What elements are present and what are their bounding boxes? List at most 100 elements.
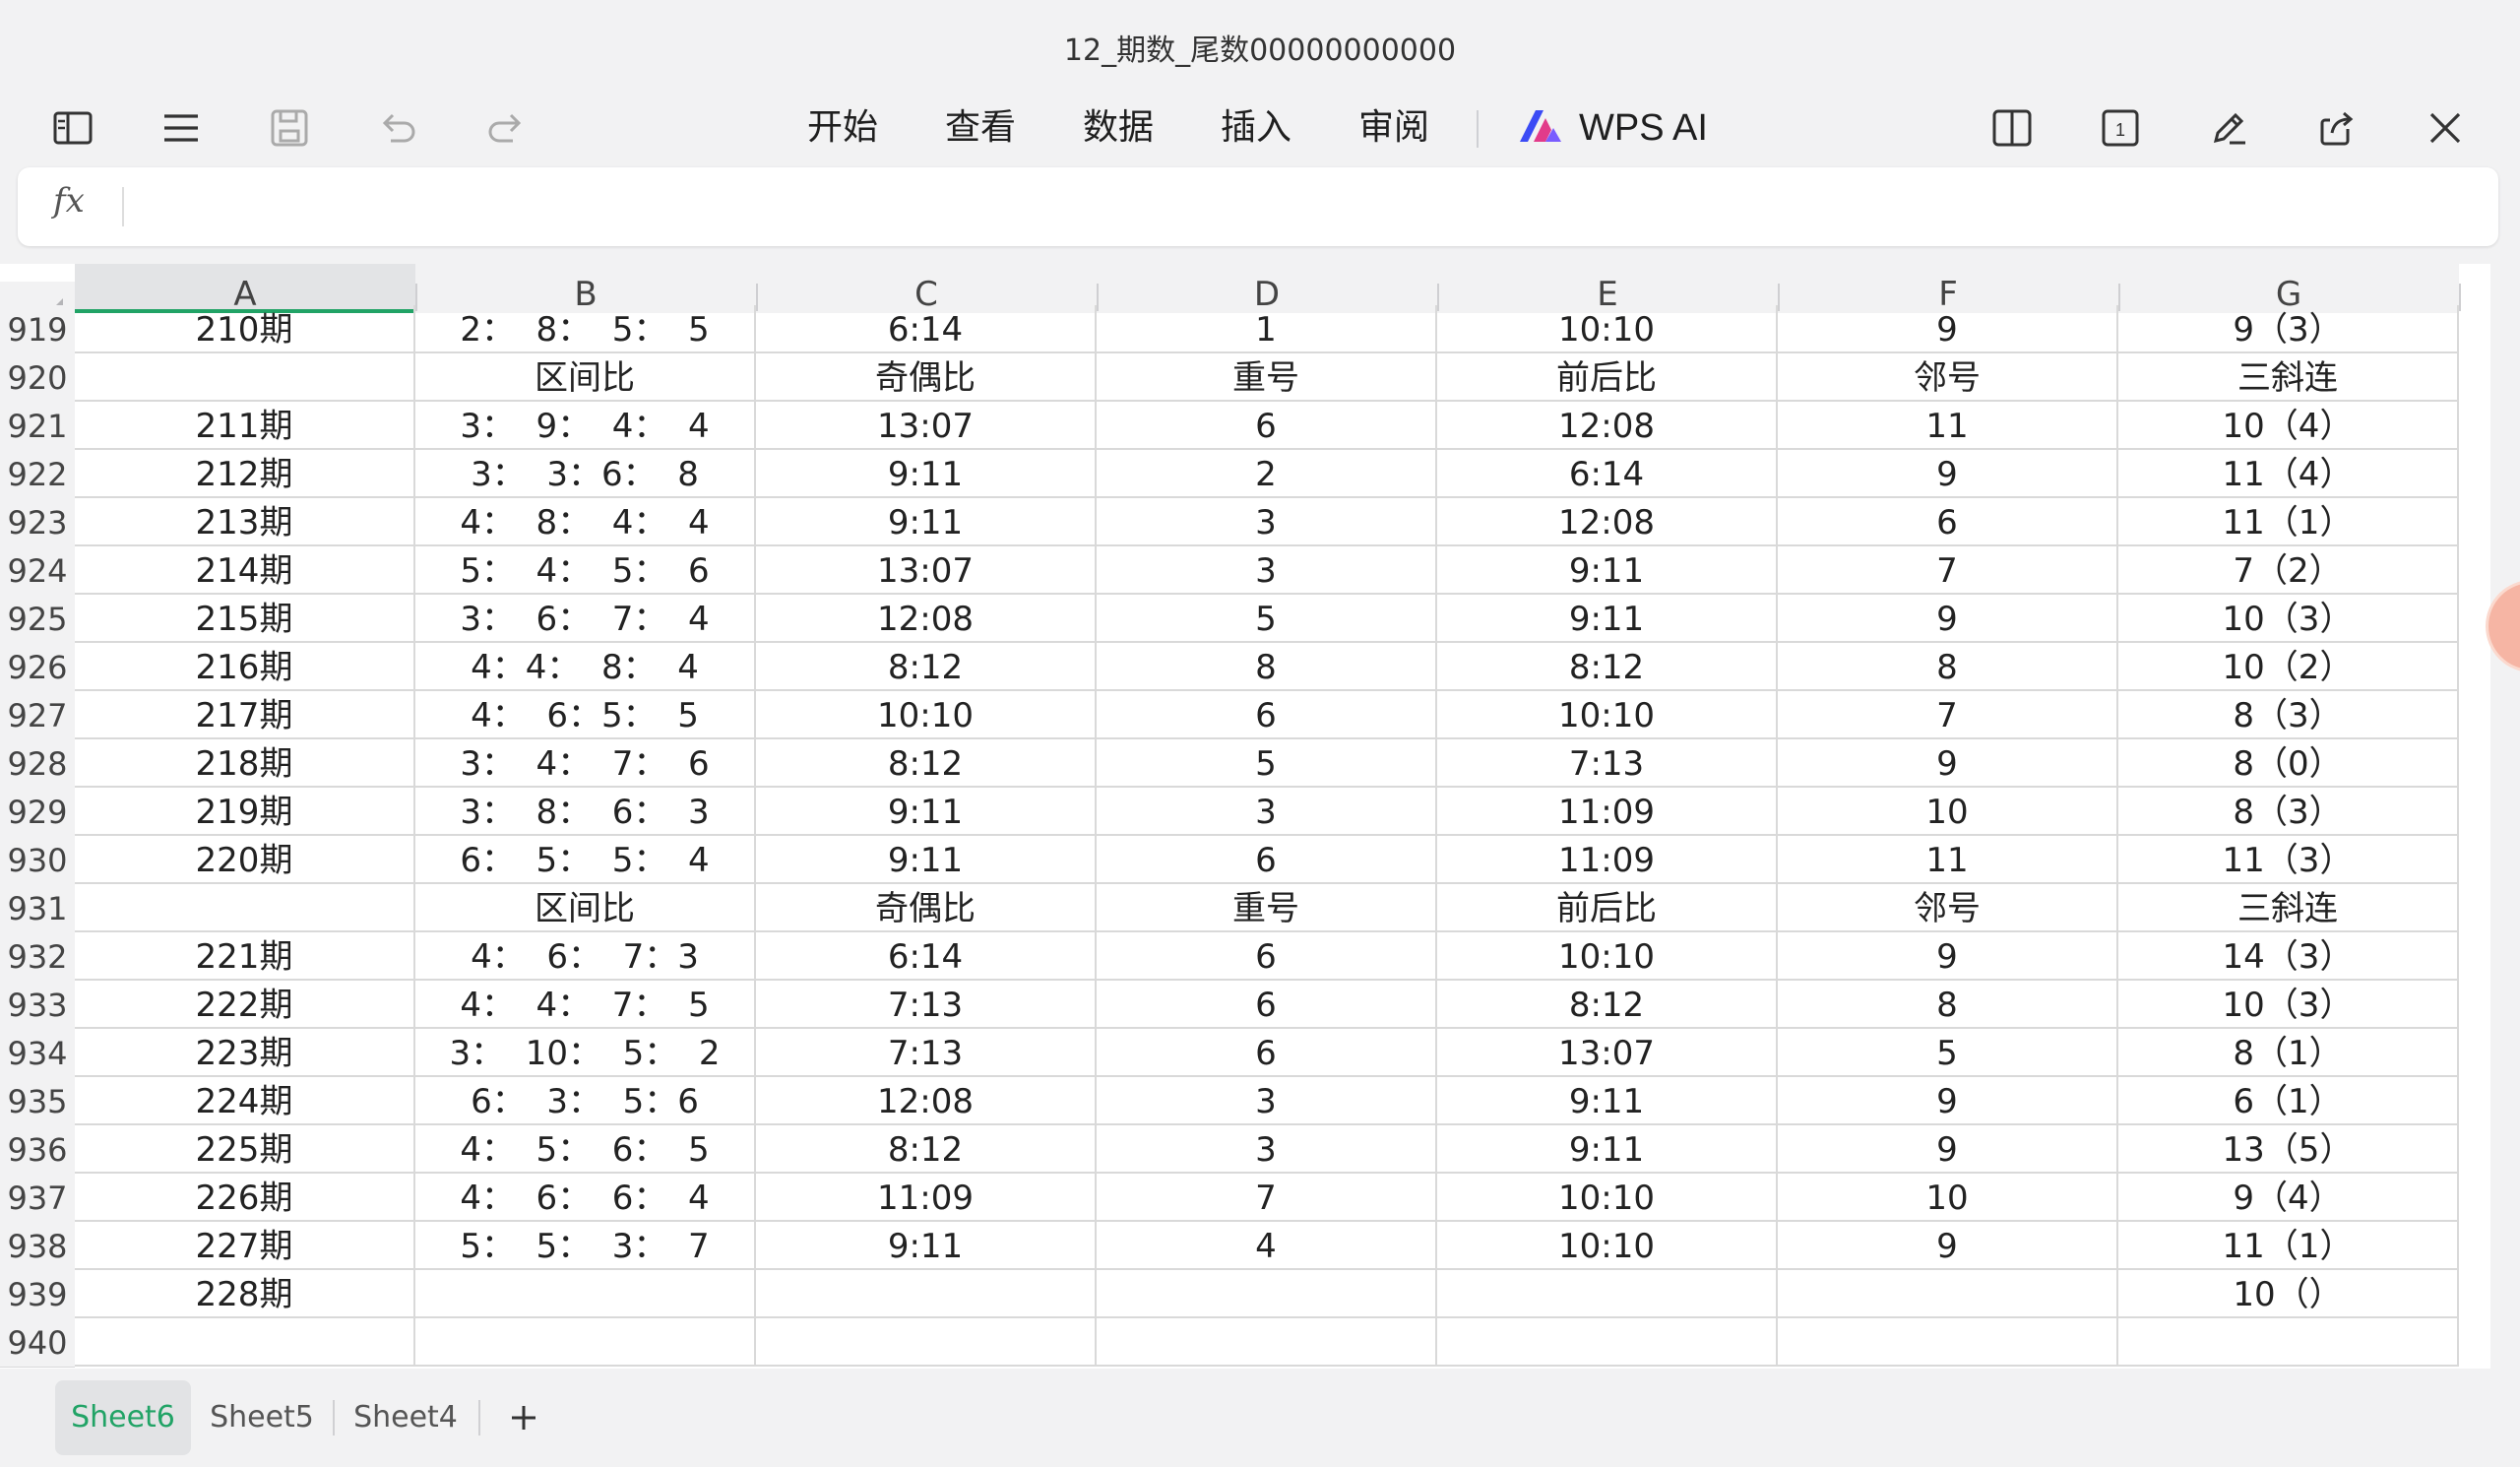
cell-f933[interactable]: 8	[1778, 981, 2118, 1029]
cell-a934[interactable]: 223期	[75, 1029, 415, 1077]
cell-a923[interactable]: 213期	[75, 498, 415, 546]
row-number[interactable]: 928	[0, 739, 75, 789]
cell-e919[interactable]: 10:10	[1437, 305, 1778, 353]
cell-c938[interactable]: 9:11	[756, 1222, 1097, 1270]
row-number[interactable]: 924	[0, 546, 75, 596]
cell-f939[interactable]	[1778, 1270, 2118, 1318]
cell-d922[interactable]: 2	[1097, 450, 1437, 498]
cell-f926[interactable]: 8	[1778, 643, 2118, 691]
cell-b939[interactable]	[415, 1270, 756, 1318]
row-number[interactable]: 919	[0, 305, 75, 354]
cell-g937[interactable]: 9（4）	[2118, 1174, 2459, 1222]
cell-b927[interactable]: 4： 6：5： 5	[415, 691, 756, 739]
cell-f923[interactable]: 6	[1778, 498, 2118, 546]
cell-b923[interactable]: 4： 8： 4： 4	[415, 498, 756, 546]
cell-d928[interactable]: 5	[1097, 739, 1437, 788]
cell-d940[interactable]	[1097, 1318, 1437, 1367]
cell-e922[interactable]: 6:14	[1437, 450, 1778, 498]
sidebar-toggle-icon[interactable]	[43, 98, 102, 158]
cell-d935[interactable]: 3	[1097, 1077, 1437, 1125]
cell-b938[interactable]: 5： 5： 3： 7	[415, 1222, 756, 1270]
cell-a925[interactable]: 215期	[75, 595, 415, 643]
cell-g940[interactable]	[2118, 1318, 2459, 1367]
cell-e928[interactable]: 7:13	[1437, 739, 1778, 788]
cell-f934[interactable]: 5	[1778, 1029, 2118, 1077]
formula-bar[interactable]: fx	[18, 167, 2498, 246]
cell-b924[interactable]: 5： 4： 5： 6	[415, 546, 756, 595]
cell-a927[interactable]: 217期	[75, 691, 415, 739]
cell-g931[interactable]: 三斜连	[2118, 884, 2459, 932]
cell-d926[interactable]: 8	[1097, 643, 1437, 691]
cell-a928[interactable]: 218期	[75, 739, 415, 788]
cell-a936[interactable]: 225期	[75, 1125, 415, 1174]
cell-e931[interactable]: 前后比	[1437, 884, 1778, 932]
undo-icon[interactable]	[368, 98, 427, 158]
cell-b934[interactable]: 3： 10： 5： 2	[415, 1029, 756, 1077]
cell-b926[interactable]: 4：4： 8： 4	[415, 643, 756, 691]
cell-f921[interactable]: 11	[1778, 402, 2118, 450]
cell-e940[interactable]	[1437, 1318, 1778, 1367]
cell-e933[interactable]: 8:12	[1437, 981, 1778, 1029]
cell-d923[interactable]: 3	[1097, 498, 1437, 546]
save-icon[interactable]	[260, 98, 319, 158]
row-number[interactable]: 938	[0, 1222, 75, 1271]
cell-d921[interactable]: 6	[1097, 402, 1437, 450]
cell-d919[interactable]: 1	[1097, 305, 1437, 353]
row-number[interactable]: 939	[0, 1270, 75, 1319]
cell-g920[interactable]: 三斜连	[2118, 353, 2459, 402]
cell-a933[interactable]: 222期	[75, 981, 415, 1029]
cell-e923[interactable]: 12:08	[1437, 498, 1778, 546]
cell-f935[interactable]: 9	[1778, 1077, 2118, 1125]
cell-g929[interactable]: 8（3）	[2118, 788, 2459, 836]
menu-data[interactable]: 数据	[1083, 98, 1154, 158]
cell-d924[interactable]: 3	[1097, 546, 1437, 595]
cell-a921[interactable]: 211期	[75, 402, 415, 450]
vertical-scroll-area[interactable]	[2490, 264, 2520, 1369]
cell-g919[interactable]: 9（3）	[2118, 305, 2459, 353]
cell-c924[interactable]: 13:07	[756, 546, 1097, 595]
cell-e936[interactable]: 9:11	[1437, 1125, 1778, 1174]
row-number[interactable]: 934	[0, 1029, 75, 1078]
cell-c934[interactable]: 7:13	[756, 1029, 1097, 1077]
cell-a930[interactable]: 220期	[75, 836, 415, 884]
page-count-icon[interactable]: 1	[2091, 98, 2150, 158]
cell-c927[interactable]: 10:10	[756, 691, 1097, 739]
cell-c920[interactable]: 奇偶比	[756, 353, 1097, 402]
menu-review[interactable]: 审阅	[1358, 98, 1429, 158]
cell-g934[interactable]: 8（1）	[2118, 1029, 2459, 1077]
wps-ai-button[interactable]: WPS AI	[1516, 98, 1708, 158]
cell-e925[interactable]: 9:11	[1437, 595, 1778, 643]
cell-f920[interactable]: 邻号	[1778, 353, 2118, 402]
cell-e921[interactable]: 12:08	[1437, 402, 1778, 450]
menu-icon[interactable]	[152, 98, 211, 158]
cell-d925[interactable]: 5	[1097, 595, 1437, 643]
cell-b930[interactable]: 6： 5： 5： 4	[415, 836, 756, 884]
cell-f925[interactable]: 9	[1778, 595, 2118, 643]
cell-g938[interactable]: 11（1）	[2118, 1222, 2459, 1270]
row-number[interactable]: 935	[0, 1077, 75, 1126]
cell-e937[interactable]: 10:10	[1437, 1174, 1778, 1222]
cell-a922[interactable]: 212期	[75, 450, 415, 498]
cell-b921[interactable]: 3： 9： 4： 4	[415, 402, 756, 450]
row-number[interactable]: 929	[0, 788, 75, 837]
cell-c926[interactable]: 8:12	[756, 643, 1097, 691]
edit-pen-icon[interactable]	[2199, 98, 2258, 158]
row-number[interactable]: 940	[0, 1318, 75, 1368]
cell-a932[interactable]: 221期	[75, 932, 415, 981]
cell-c930[interactable]: 9:11	[756, 836, 1097, 884]
cell-c940[interactable]	[756, 1318, 1097, 1367]
cell-a938[interactable]: 227期	[75, 1222, 415, 1270]
menu-insert[interactable]: 插入	[1221, 98, 1292, 158]
cell-g930[interactable]: 11（3）	[2118, 836, 2459, 884]
cell-c923[interactable]: 9:11	[756, 498, 1097, 546]
cell-a926[interactable]: 216期	[75, 643, 415, 691]
cell-d938[interactable]: 4	[1097, 1222, 1437, 1270]
cell-b940[interactable]	[415, 1318, 756, 1367]
cell-e932[interactable]: 10:10	[1437, 932, 1778, 981]
cell-a935[interactable]: 224期	[75, 1077, 415, 1125]
cell-b937[interactable]: 4： 6： 6： 4	[415, 1174, 756, 1222]
cell-b932[interactable]: 4： 6： 7：3	[415, 932, 756, 981]
cell-a931[interactable]	[75, 884, 415, 932]
cell-a939[interactable]: 228期	[75, 1270, 415, 1318]
redo-icon[interactable]	[476, 98, 536, 158]
